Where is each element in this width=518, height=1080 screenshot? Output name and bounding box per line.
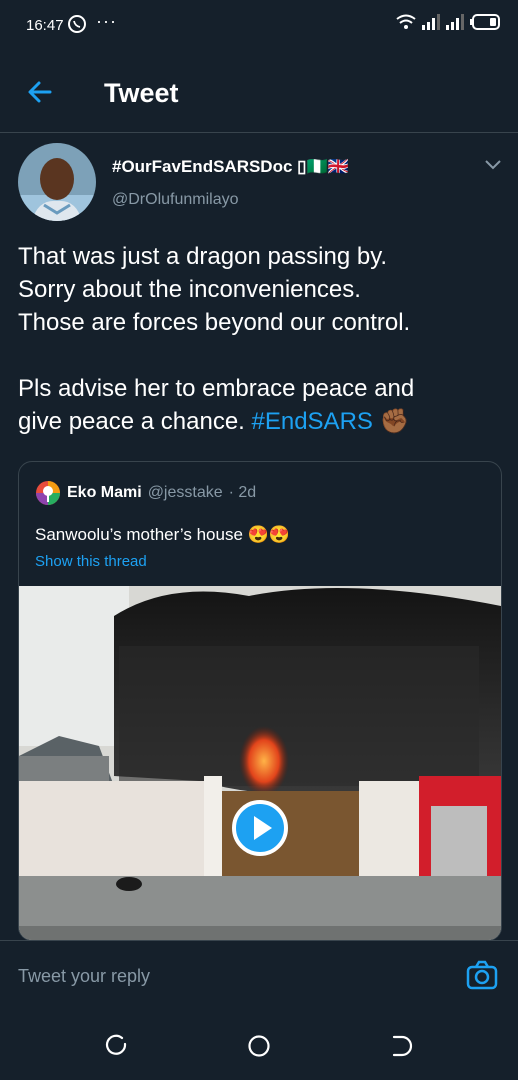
quoted-display-name: Eko Mami	[67, 484, 142, 501]
quoted-tweet[interactable]: Eko Mami @jesstake · 2d Sanwoolu’s mothe…	[18, 461, 502, 941]
signal-icon-2	[446, 14, 464, 30]
wifi-icon	[396, 14, 416, 29]
system-nav-bar	[0, 1002, 518, 1080]
quoted-avatar	[36, 481, 60, 505]
hashtag-link[interactable]: #EndSARS	[252, 408, 373, 435]
fist-emoji: ✊🏾	[379, 408, 410, 435]
status-time: 16:47	[26, 17, 64, 34]
more-notifications-icon: ···	[96, 11, 117, 31]
page-title: Tweet	[104, 78, 179, 108]
status-bar: 16:47 ···	[0, 0, 518, 52]
battery-icon	[470, 14, 500, 30]
quoted-tweet-header: Eko Mami @jesstake · 2d	[35, 480, 256, 506]
camera-icon[interactable]	[466, 960, 498, 990]
author-display-name[interactable]: #OurFavEndSARSDoc ▯🇳🇬🇬🇧	[112, 157, 349, 177]
quoted-handle: @jesstake	[147, 484, 223, 501]
quoted-time: · 2d	[228, 484, 257, 501]
back-arrow-icon[interactable]	[26, 78, 54, 106]
avatar-image	[18, 143, 96, 221]
quoted-text: Sanwoolu’s mother’s house 😍😍	[35, 525, 290, 544]
tweet-body: That was just a dragon passing by. Sorry…	[18, 243, 415, 435]
tweet-text: That was just a dragon passing by. Sorry…	[18, 240, 498, 438]
status-icons	[396, 14, 500, 30]
avatar[interactable]	[18, 143, 96, 221]
home-icon[interactable]	[247, 1034, 271, 1058]
author-handle[interactable]: @DrOlufunmilayo	[112, 191, 239, 209]
reply-bar: Tweet your reply	[0, 940, 518, 1003]
reply-input[interactable]: Tweet your reply	[18, 966, 150, 987]
show-thread-link[interactable]: Show this thread	[35, 553, 147, 570]
app-bar: Tweet	[0, 52, 518, 133]
video-thumbnail[interactable]	[19, 586, 501, 940]
signal-icon	[422, 14, 440, 30]
play-icon[interactable]	[232, 800, 288, 856]
whatsapp-icon	[68, 15, 86, 33]
recent-apps-icon[interactable]	[104, 1034, 128, 1058]
back-nav-icon[interactable]	[390, 1034, 414, 1058]
chevron-down-icon[interactable]	[484, 158, 502, 172]
